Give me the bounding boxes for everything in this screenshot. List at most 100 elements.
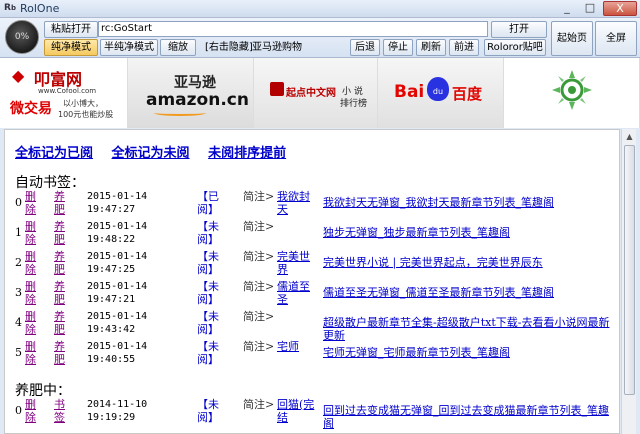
banner-ads: ◆ 叩富网 www.Cofool.com 微交易 以小博大， 100元也能炒股 … bbox=[0, 58, 640, 128]
row-time: 19:47:27 bbox=[87, 204, 136, 215]
book-name-link[interactable]: 回猫(完结 bbox=[277, 398, 317, 424]
row-time: 19:47:25 bbox=[87, 264, 136, 275]
latest-chapter-link[interactable]: 独步无弹窗_独步最新章节列表_笔趣阁 bbox=[323, 226, 619, 239]
row-time: 19:48:22 bbox=[87, 234, 136, 245]
row-index: 1 bbox=[15, 226, 22, 239]
note-link[interactable]: 简注> bbox=[243, 250, 279, 263]
mark-all-unread-link[interactable]: 全标记为未阅 bbox=[112, 146, 190, 161]
zoom-orb[interactable]: 0% bbox=[5, 20, 39, 54]
minimize-button[interactable]: _ bbox=[556, 1, 578, 16]
delete-link[interactable]: 删除 bbox=[25, 220, 39, 246]
url-input[interactable]: rc:GoStart bbox=[98, 21, 488, 37]
delete-link[interactable]: 删除 bbox=[25, 250, 39, 276]
row-time: 19:47:21 bbox=[87, 294, 136, 305]
back-button[interactable]: 后退 bbox=[350, 39, 380, 56]
row-date: 2015-01-14 bbox=[87, 341, 148, 352]
feed-link[interactable]: 养肥 bbox=[54, 250, 68, 276]
note-link[interactable]: 简注> bbox=[243, 220, 279, 233]
row-index: 3 bbox=[15, 286, 22, 299]
row-date: 2015-01-14 bbox=[87, 311, 148, 322]
semi-pure-mode-tab[interactable]: 半纯净模式 bbox=[100, 39, 158, 56]
feed-link[interactable]: 书签 bbox=[54, 398, 68, 424]
delete-link[interactable]: 删除 bbox=[25, 190, 39, 216]
forum-button[interactable]: Roloror贴吧 bbox=[484, 39, 546, 56]
delete-link[interactable]: 删除 bbox=[25, 398, 39, 424]
start-page-button[interactable]: 起始页 bbox=[551, 21, 593, 56]
bookmark-page: 全标记为已阅 全标记为未阅 未阅排序提前 自动书签： 0 删除 养肥 2015-01-… bbox=[4, 129, 620, 434]
pure-mode-tab[interactable]: 纯净模式 bbox=[44, 39, 98, 56]
book-name-link[interactable]: 我欲封天 bbox=[277, 190, 317, 216]
baidu-logo-text: Bai bbox=[394, 82, 425, 102]
latest-chapter-link[interactable]: 宅师无弹窗_宅师最新章节列表_笔趣阁 bbox=[323, 346, 619, 359]
note-link[interactable]: 简注> bbox=[243, 280, 279, 293]
stop-button[interactable]: 停止 bbox=[383, 39, 413, 56]
feed-link[interactable]: 养肥 bbox=[54, 190, 68, 216]
mark-all-read-link[interactable]: 全标记为已阅 bbox=[15, 146, 93, 161]
baidu-ad[interactable]: Bai du 百度 bbox=[378, 58, 504, 128]
top-actions: 全标记为已阅 全标记为未阅 未阅排序提前 bbox=[15, 142, 300, 161]
paste-open-button[interactable]: 粘贴打开 bbox=[44, 21, 98, 38]
row-date: 2015-01-14 bbox=[87, 221, 148, 232]
read-status-link[interactable]: 【未阅】 bbox=[197, 340, 223, 366]
qidian-ad[interactable]: 起点中文网 小 说 排行榜 bbox=[254, 58, 378, 128]
latest-chapter-link[interactable]: 回到过去变成猫无弹窗_回到过去变成猫最新章节列表_笔趣阁 bbox=[323, 404, 619, 430]
fullscreen-button[interactable]: 全屏 bbox=[595, 21, 637, 56]
amazon-logo-text: amazon.cn bbox=[146, 90, 249, 110]
roloror-logo-icon bbox=[550, 68, 594, 112]
scroll-up-icon[interactable]: ▲ bbox=[623, 130, 636, 143]
latest-chapter-link[interactable]: 超级散户最新章节全集-超级散户txt下载-去看看小说网最新更新 bbox=[323, 316, 619, 342]
cofool-ad[interactable]: ◆ 叩富网 www.Cofool.com 微交易 以小博大， 100元也能炒股 bbox=[0, 58, 128, 128]
scroll-thumb[interactable] bbox=[624, 145, 635, 395]
note-link[interactable]: 简注> bbox=[243, 190, 279, 203]
delete-link[interactable]: 删除 bbox=[25, 310, 39, 336]
amazon-smile-icon bbox=[154, 110, 206, 116]
roloror-ad[interactable] bbox=[504, 58, 640, 128]
note-link[interactable]: 简注> bbox=[243, 310, 279, 323]
latest-chapter-link[interactable]: 完美世界小说 | 完美世界起点，完美世界辰东 bbox=[323, 256, 619, 269]
feed-link[interactable]: 养肥 bbox=[54, 220, 68, 246]
maximize-button[interactable]: □ bbox=[579, 1, 601, 16]
hide-hint-label: [右击隐藏] bbox=[205, 42, 253, 53]
delete-link[interactable]: 删除 bbox=[25, 280, 39, 306]
read-status-link[interactable]: 【未阅】 bbox=[197, 280, 223, 306]
feed-link[interactable]: 养肥 bbox=[54, 340, 68, 366]
baidu-paw-icon: du bbox=[427, 77, 449, 101]
read-status-link[interactable]: 【未阅】 bbox=[197, 398, 223, 424]
refresh-button[interactable]: 刷新 bbox=[416, 39, 446, 56]
forward-button[interactable]: 前进 bbox=[449, 39, 479, 56]
read-status-link[interactable]: 【已阅】 bbox=[197, 190, 223, 216]
feed-link[interactable]: 养肥 bbox=[54, 310, 68, 336]
row-time: 19:43:42 bbox=[87, 324, 136, 335]
toolbar: 0% 粘贴打开 rc:GoStart 打开 起始页 全屏 纯净模式 半纯净模式 … bbox=[0, 18, 640, 58]
qidian-name: 起点中文网 bbox=[286, 88, 336, 99]
shrink-button[interactable]: 缩放 bbox=[160, 39, 196, 56]
latest-chapter-link[interactable]: 儒道至圣无弹窗_儒道至圣最新章节列表_笔趣阁 bbox=[323, 286, 619, 299]
vertical-scrollbar[interactable]: ▲ bbox=[621, 129, 636, 434]
read-status-link[interactable]: 【未阅】 bbox=[197, 250, 223, 276]
sort-unread-first-link[interactable]: 未阅排序提前 bbox=[208, 146, 286, 161]
delete-link[interactable]: 删除 bbox=[25, 340, 39, 366]
read-status-link[interactable]: 【未阅】 bbox=[197, 220, 223, 246]
book-name-link[interactable]: 宅师 bbox=[277, 340, 317, 353]
note-link[interactable]: 简注> bbox=[243, 340, 279, 353]
amazon-ad[interactable]: 亚马逊 amazon.cn bbox=[128, 58, 254, 128]
read-status-link[interactable]: 【未阅】 bbox=[197, 310, 223, 336]
cofool-logo-icon: ◆ bbox=[12, 66, 25, 85]
book-name-link[interactable]: 儒道至圣 bbox=[277, 280, 317, 306]
row-index: 4 bbox=[15, 316, 22, 329]
row-date: 2015-01-14 bbox=[87, 251, 148, 262]
row-time: 19:40:55 bbox=[87, 354, 136, 365]
cofool-slogan-2: 100元也能炒股 bbox=[58, 110, 114, 119]
cofool-sub: 微交易 bbox=[10, 101, 52, 117]
open-button[interactable]: 打开 bbox=[491, 21, 547, 38]
fattening-title: 养肥中： bbox=[15, 383, 71, 399]
close-button[interactable]: X bbox=[603, 1, 637, 16]
cofool-slogan-1: 以小博大， bbox=[63, 99, 103, 108]
latest-chapter-link[interactable]: 我欲封天无弹窗_我欲封天最新章节列表_笔趣阁 bbox=[323, 196, 619, 209]
row-date: 2014-11-10 bbox=[87, 399, 148, 410]
book-name-link[interactable]: 完美世界 bbox=[277, 250, 317, 276]
amazon-cn-text: 亚马逊 bbox=[174, 75, 216, 91]
note-link[interactable]: 简注> bbox=[243, 398, 279, 411]
amazon-shop-link[interactable]: 亚马逊购物 bbox=[252, 39, 302, 56]
feed-link[interactable]: 养肥 bbox=[54, 280, 68, 306]
